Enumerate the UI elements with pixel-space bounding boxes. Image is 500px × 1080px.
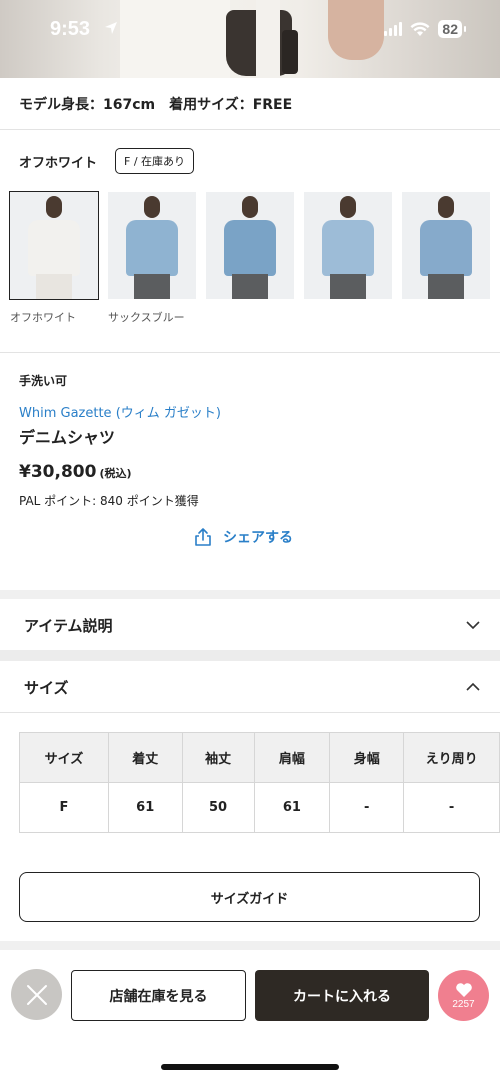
care-label: 手洗い可 — [19, 374, 68, 388]
shirt-shape — [322, 220, 374, 276]
accordion-title: アイテム説明 — [24, 616, 113, 635]
thumbnail-label: オフホワイト — [10, 311, 76, 324]
wifi-icon — [410, 21, 430, 36]
favorite-count: 2257 — [452, 998, 475, 1010]
color-thumbnail[interactable] — [402, 192, 490, 299]
section-spacer — [0, 650, 500, 661]
skirt-shape — [36, 274, 72, 299]
size-table-header: サイズ — [19, 732, 109, 783]
color-thumbnail[interactable] — [304, 192, 392, 299]
skirt-shape — [232, 274, 268, 299]
status-time: 9:53 — [50, 18, 91, 40]
table-row: F 61 50 61 - - — [19, 782, 500, 833]
model-info: モデル身長：167cm 着用サイズ：FREE — [19, 97, 293, 113]
divider — [0, 129, 500, 130]
model-head — [144, 196, 160, 218]
size-table-cell: 50 — [181, 782, 255, 833]
hero-tassel-shape — [282, 30, 298, 74]
size-table-header: 身幅 — [329, 732, 405, 783]
product-price: ¥30,800 (税込) — [19, 462, 132, 482]
favorite-button[interactable]: 2257 — [438, 970, 489, 1021]
store-stock-button[interactable]: 店舗在庫を見る — [71, 970, 246, 1021]
model-head — [242, 196, 258, 218]
shirt-shape — [420, 220, 472, 276]
size-table: サイズ 着丈 袖丈 肩幅 身幅 えり周り F 61 50 61 - - — [19, 732, 500, 833]
color-selector-header: オフホワイト F / 在庫あり — [19, 148, 195, 174]
chevron-down-icon — [466, 621, 480, 630]
share-button[interactable]: シェアする — [193, 527, 293, 547]
shirt-shape — [224, 220, 276, 276]
size-table-header-row: サイズ 着丈 袖丈 肩幅 身幅 えり周り — [19, 732, 500, 783]
add-to-cart-button[interactable]: カートに入れる — [255, 970, 429, 1021]
hero-strap-shape — [256, 0, 280, 78]
product-name: デニムシャツ — [19, 428, 116, 447]
close-icon — [26, 984, 47, 1005]
color-thumbnail[interactable] — [108, 192, 196, 299]
color-thumbnail-labels: オフホワイト サックスブルー — [10, 309, 196, 325]
brand-link[interactable]: Whim Gazette (ウィム ガゼット) — [19, 402, 221, 421]
share-icon — [195, 528, 211, 546]
size-table-cell: 61 — [253, 782, 331, 833]
pal-points: PAL ポイント: 840 ポイント獲得 — [19, 494, 199, 508]
model-head — [340, 196, 356, 218]
accordion-size[interactable]: サイズ — [0, 662, 500, 712]
shirt-shape — [28, 220, 80, 276]
accordion-title: サイズ — [24, 678, 69, 697]
tax-note: (税込) — [99, 467, 132, 480]
size-table-header: 着丈 — [107, 732, 183, 783]
shirt-shape — [126, 220, 178, 276]
selected-color-name: オフホワイト — [19, 155, 98, 171]
location-arrow-icon — [105, 22, 117, 34]
accordion-item-description[interactable]: アイテム説明 — [0, 600, 500, 650]
stock-badge: F / 在庫あり — [115, 148, 195, 174]
share-label: シェアする — [223, 530, 293, 546]
hero-shirt-shape — [120, 0, 230, 78]
divider — [0, 712, 500, 713]
price-value: ¥30,800 — [19, 462, 97, 482]
size-table-cell: - — [329, 782, 405, 833]
size-table-cell: 61 — [107, 782, 183, 833]
color-thumbnail[interactable] — [206, 192, 294, 299]
home-indicator[interactable] — [161, 1064, 339, 1070]
chevron-up-icon — [466, 682, 480, 691]
battery-indicator: 82 — [438, 20, 466, 38]
skirt-shape — [428, 274, 464, 299]
size-table-cell: - — [403, 782, 500, 833]
skirt-shape — [134, 274, 170, 299]
size-table-cell: F — [19, 782, 109, 833]
size-table-header: 肩幅 — [253, 732, 331, 783]
heart-icon — [455, 982, 472, 997]
section-spacer — [0, 590, 500, 599]
divider — [0, 352, 500, 353]
skirt-shape — [330, 274, 366, 299]
status-indicators: 82 — [384, 20, 466, 38]
close-button[interactable] — [11, 969, 62, 1020]
color-thumbnails — [9, 191, 490, 300]
cellular-signal-icon — [384, 22, 403, 36]
hero-hand-shape — [328, 0, 384, 60]
section-spacer — [0, 941, 500, 950]
size-table-header: 袖丈 — [181, 732, 255, 783]
color-thumbnail[interactable] — [9, 191, 99, 300]
size-guide-button[interactable]: サイズガイド — [19, 872, 480, 922]
model-head — [46, 196, 62, 218]
model-head — [438, 196, 454, 218]
size-table-header: えり周り — [403, 732, 500, 783]
thumbnail-label: サックスブルー — [108, 311, 185, 324]
